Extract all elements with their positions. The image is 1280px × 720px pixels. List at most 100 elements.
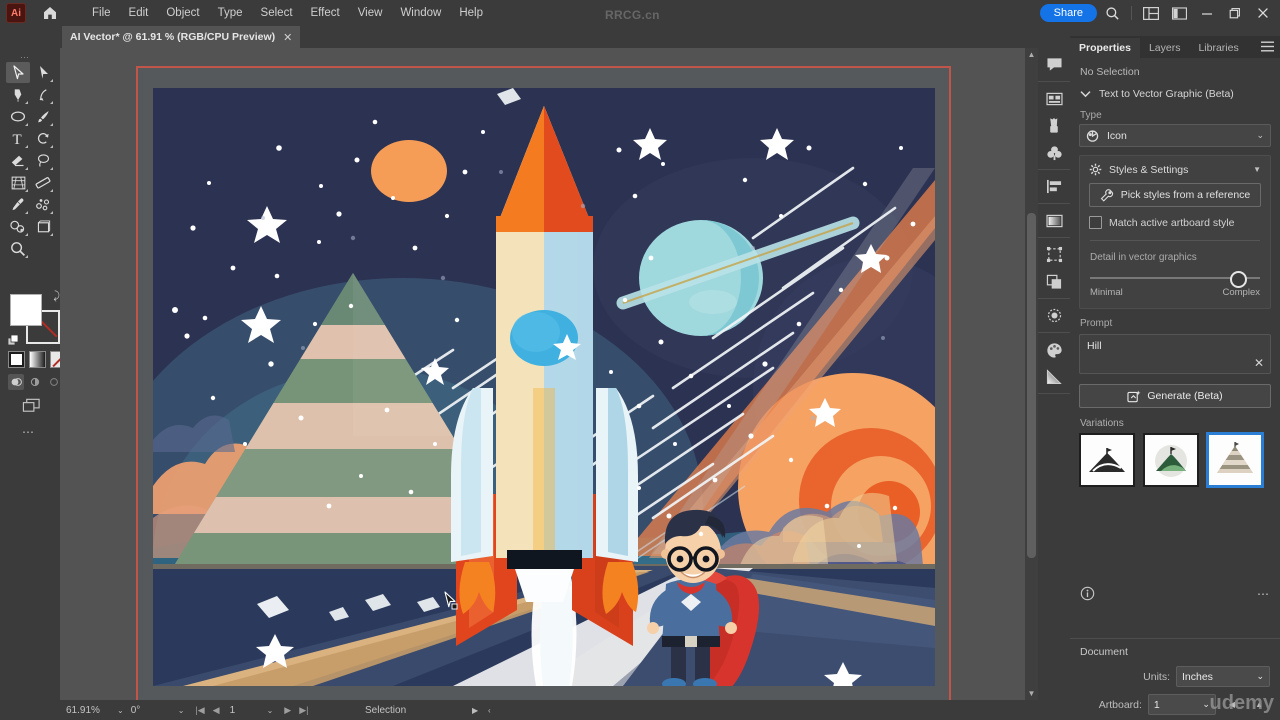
- menu-file[interactable]: File: [84, 4, 119, 22]
- prompt-input[interactable]: Hill ✕: [1079, 334, 1271, 374]
- zoom-tool[interactable]: [6, 238, 30, 259]
- menu-effect[interactable]: Effect: [303, 4, 348, 22]
- rotation-value[interactable]: 0°: [131, 705, 171, 716]
- blend-tool[interactable]: [6, 216, 30, 237]
- edit-toolbar-button[interactable]: ⋯: [22, 425, 35, 439]
- last-artboard-icon[interactable]: ▶|: [295, 705, 312, 716]
- direct-selection-tool[interactable]: [31, 62, 55, 83]
- artboard-number[interactable]: 1: [224, 705, 260, 716]
- zoom-dropdown-icon[interactable]: ⌄: [110, 706, 131, 715]
- canvas-vertical-scrollbar[interactable]: ▲ ▼: [1025, 48, 1038, 700]
- document-tab[interactable]: AI Vector* @ 61.91 % (RGB/CPU Preview) ✕: [62, 26, 301, 48]
- menu-view[interactable]: View: [350, 4, 391, 22]
- menu-window[interactable]: Window: [392, 4, 449, 22]
- minimize-icon[interactable]: [1194, 1, 1220, 25]
- menu-object[interactable]: Object: [158, 4, 207, 22]
- clear-prompt-icon[interactable]: ✕: [1254, 356, 1264, 370]
- color-panel-icon[interactable]: [1038, 336, 1070, 363]
- tab-layers[interactable]: Layers: [1140, 38, 1190, 58]
- pick-styles-button[interactable]: Pick styles from a reference: [1089, 183, 1261, 207]
- artboard-dropdown[interactable]: 1 ⌄: [1147, 694, 1216, 715]
- color-fill-button[interactable]: [8, 351, 25, 368]
- default-fill-stroke-icon[interactable]: [8, 335, 19, 346]
- variation-1-dark-hill[interactable]: [1079, 433, 1135, 487]
- resize-grip-icon[interactable]: ‹: [488, 706, 491, 715]
- asset-export-panel-icon[interactable]: [1038, 85, 1070, 112]
- match-artboard-checkbox-row[interactable]: Match active artboard style: [1080, 207, 1270, 233]
- next-artboard-icon[interactable]: ▶: [280, 705, 295, 716]
- artwork-illustration[interactable]: RRCG 人人素材: [153, 88, 935, 686]
- draw-mode-buttons: [8, 374, 62, 390]
- arrange-documents-icon[interactable]: [1138, 1, 1164, 25]
- brushes-panel-icon[interactable]: [1038, 112, 1070, 139]
- selection-tool[interactable]: [6, 62, 30, 83]
- appearance-panel-icon[interactable]: [1038, 302, 1070, 329]
- menu-edit[interactable]: Edit: [121, 4, 157, 22]
- menu-type[interactable]: Type: [210, 4, 251, 22]
- share-button[interactable]: Share: [1039, 4, 1097, 22]
- align-panel-icon[interactable]: [1038, 173, 1070, 200]
- pathfinder-panel-icon[interactable]: [1038, 268, 1070, 295]
- close-icon[interactable]: [1250, 1, 1276, 25]
- match-artboard-checkbox[interactable]: [1089, 216, 1102, 229]
- artboard-tool[interactable]: [31, 216, 55, 237]
- text-to-vector-section-header[interactable]: Text to Vector Graphic (Beta): [1070, 82, 1280, 106]
- change-screen-mode-button[interactable]: [20, 396, 42, 414]
- measure-tool[interactable]: [31, 172, 55, 193]
- canvas-area[interactable]: RRCG 人人素材: [60, 48, 1025, 700]
- type-dropdown[interactable]: Icon ⌄: [1079, 124, 1271, 147]
- scroll-down-icon[interactable]: ▼: [1025, 687, 1038, 700]
- gradient-fill-button[interactable]: [29, 351, 46, 368]
- current-tool-name[interactable]: Selection: [365, 705, 406, 716]
- variation-2-green-hill[interactable]: [1143, 433, 1199, 487]
- home-icon[interactable]: [40, 3, 60, 23]
- zoom-level[interactable]: 61.91%: [66, 705, 110, 716]
- transform-panel-icon[interactable]: [1038, 241, 1070, 268]
- styles-settings-header[interactable]: Styles & Settings ▼: [1080, 156, 1270, 183]
- first-artboard-icon[interactable]: |◀: [191, 705, 208, 716]
- more-options-icon[interactable]: ⋯: [1257, 587, 1270, 601]
- previous-artboard-icon[interactable]: ◀: [209, 705, 224, 716]
- paintbrush-tool[interactable]: [31, 106, 55, 127]
- styles-settings-box: Styles & Settings ▼ Pick styles from a r…: [1079, 155, 1271, 309]
- menu-help[interactable]: Help: [451, 4, 491, 22]
- search-icon[interactable]: [1099, 1, 1125, 25]
- curvature-tool[interactable]: [31, 84, 55, 105]
- slider-knob[interactable]: [1229, 271, 1247, 288]
- close-tab-icon[interactable]: ✕: [283, 31, 292, 44]
- scrollbar-thumb[interactable]: [1027, 213, 1036, 558]
- tab-properties[interactable]: Properties: [1070, 38, 1140, 58]
- lasso-tool[interactable]: [31, 150, 55, 171]
- symbol-sprayer-tool[interactable]: [31, 194, 55, 215]
- fill-swatch[interactable]: [10, 294, 42, 326]
- divider: [1131, 6, 1132, 20]
- gradient-panel-icon[interactable]: [1038, 207, 1070, 234]
- artboard-dropdown-icon[interactable]: ⌄: [260, 706, 281, 715]
- ellipse-tool[interactable]: [6, 106, 30, 127]
- detail-slider[interactable]: [1090, 270, 1260, 288]
- rotation-dropdown-icon[interactable]: ⌄: [171, 706, 192, 715]
- gradient-fill-panel-icon[interactable]: [1038, 363, 1070, 390]
- variation-3-striped-pyramid[interactable]: [1207, 433, 1263, 487]
- comment-panel-icon[interactable]: [1038, 51, 1070, 78]
- symbols-panel-icon[interactable]: [1038, 139, 1070, 166]
- tab-libraries[interactable]: Libraries: [1189, 38, 1247, 58]
- units-dropdown[interactable]: Inches ⌄: [1176, 666, 1270, 687]
- info-icon[interactable]: [1080, 586, 1095, 601]
- eraser-tool[interactable]: [6, 150, 30, 171]
- perspective-grid-tool[interactable]: [6, 172, 30, 193]
- type-tool[interactable]: T: [6, 128, 30, 149]
- scroll-up-icon[interactable]: ▲: [1025, 48, 1038, 61]
- maximize-icon[interactable]: [1222, 1, 1248, 25]
- draw-normal-button[interactable]: [8, 374, 24, 390]
- menu-select[interactable]: Select: [253, 4, 301, 22]
- swap-fill-stroke-icon[interactable]: ⤸: [53, 290, 60, 303]
- eyedropper-tool[interactable]: [6, 194, 30, 215]
- rotate-tool[interactable]: [31, 128, 55, 149]
- play-icon[interactable]: ▶: [472, 706, 478, 715]
- panel-layout-icon[interactable]: [1166, 1, 1192, 25]
- generate-button[interactable]: Generate (Beta): [1079, 384, 1271, 408]
- draw-behind-button[interactable]: [27, 374, 43, 390]
- panel-menu-icon[interactable]: [1261, 41, 1274, 52]
- pen-tool[interactable]: [6, 84, 30, 105]
